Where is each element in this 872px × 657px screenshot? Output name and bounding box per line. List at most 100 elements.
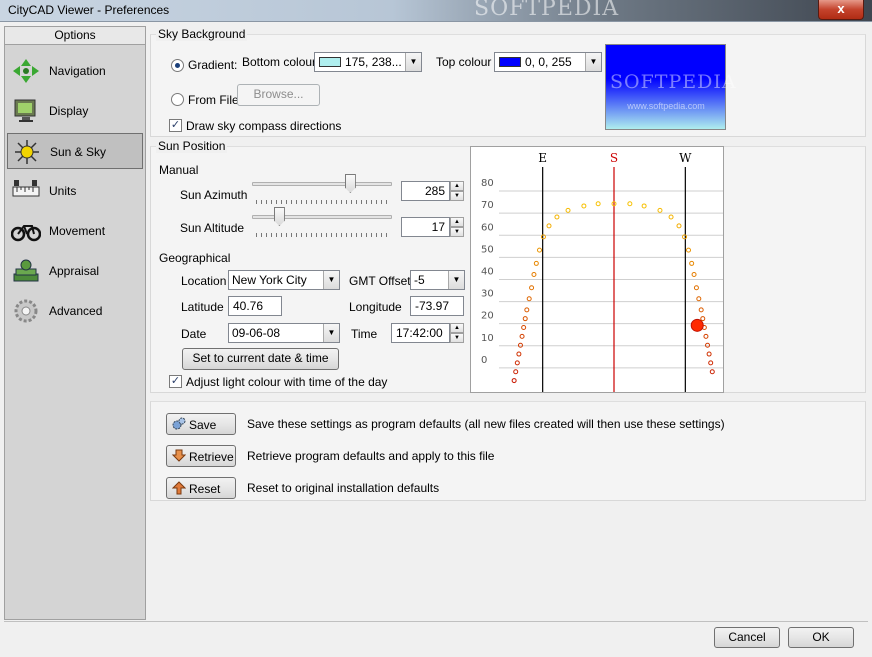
latitude-label: Latitude bbox=[181, 300, 224, 314]
azimuth-spin-up[interactable]: ▲ bbox=[450, 181, 464, 191]
chart-path-point bbox=[689, 260, 695, 266]
sky-background-legend: Sky Background bbox=[156, 27, 248, 41]
chart-path-point bbox=[524, 307, 530, 313]
time-spin-down[interactable]: ▼ bbox=[450, 333, 464, 343]
location-value: New York City bbox=[232, 273, 307, 287]
chart-tick-label: 40 bbox=[481, 266, 494, 277]
chart-direction-label-w: W bbox=[679, 151, 692, 165]
slider-thumb[interactable] bbox=[344, 174, 356, 193]
retrieve-description: Retrieve program defaults and apply to t… bbox=[247, 449, 495, 463]
sidebar-item-sun-sky[interactable]: Sun & Sky bbox=[7, 133, 143, 169]
azimuth-input[interactable]: 285 bbox=[401, 181, 450, 201]
gmt-offset-select[interactable]: -5 ▼ bbox=[410, 270, 465, 290]
sidebar-item-display[interactable]: Display bbox=[7, 93, 143, 129]
azimuth-spin-down[interactable]: ▼ bbox=[450, 191, 464, 201]
chevron-down-icon[interactable]: ▼ bbox=[323, 271, 339, 289]
chart-path-point bbox=[696, 296, 702, 302]
options-sidebar: Options Navigation Display Sun & Sky Uni… bbox=[4, 26, 146, 620]
top-colour-label: Top colour bbox=[436, 55, 492, 69]
cancel-button[interactable]: Cancel bbox=[714, 627, 780, 648]
retrieve-button[interactable]: Retrieve bbox=[166, 445, 236, 467]
latitude-input[interactable]: 40.76 bbox=[228, 296, 282, 316]
sidebar-header: Options bbox=[5, 27, 145, 45]
bottom-colour-label: Bottom colour bbox=[242, 55, 317, 69]
top-colour-select[interactable]: 0, 0, 255 ▼ bbox=[494, 52, 602, 72]
chart-path-point bbox=[706, 351, 712, 357]
sidebar-item-movement[interactable]: Movement bbox=[7, 213, 143, 249]
longitude-label: Longitude bbox=[349, 300, 402, 314]
chart-path-point bbox=[511, 378, 517, 384]
ok-button[interactable]: OK bbox=[788, 627, 854, 648]
sidebar-item-appraisal[interactable]: Appraisal bbox=[7, 253, 143, 289]
preview-watermark: SOFTPEDIA bbox=[610, 71, 737, 93]
chart-path-point bbox=[546, 223, 552, 229]
chevron-down-icon[interactable]: ▼ bbox=[323, 324, 339, 342]
footer-divider bbox=[4, 621, 868, 622]
azimuth-label: Sun Azimuth bbox=[180, 188, 248, 202]
altitude-spin-down[interactable]: ▼ bbox=[450, 227, 464, 237]
chevron-down-icon[interactable]: ▼ bbox=[448, 271, 464, 289]
chart-path-point bbox=[691, 271, 697, 277]
chart-path-point bbox=[565, 207, 571, 213]
altitude-input[interactable]: 17 bbox=[401, 217, 450, 237]
location-label: Location bbox=[181, 274, 227, 288]
top-colour-swatch bbox=[499, 57, 521, 67]
time-spin-up[interactable]: ▲ bbox=[450, 323, 464, 333]
from-file-radio[interactable] bbox=[171, 93, 184, 106]
chart-path-point bbox=[513, 369, 519, 375]
sidebar-item-navigation[interactable]: Navigation bbox=[7, 53, 143, 89]
compass-checkbox[interactable]: ✓ bbox=[169, 119, 182, 132]
reset-description: Reset to original installation defaults bbox=[247, 481, 440, 495]
chart-path-point bbox=[698, 307, 704, 313]
adjust-light-checkbox[interactable]: ✓ bbox=[169, 375, 182, 388]
chevron-down-icon[interactable]: ▼ bbox=[405, 53, 421, 71]
chart-path-point bbox=[536, 247, 542, 253]
chevron-down-icon[interactable]: ▼ bbox=[585, 53, 601, 71]
chart-tick-label: 0 bbox=[481, 355, 487, 366]
chart-current-sun-marker bbox=[690, 318, 704, 332]
chart-path-point bbox=[627, 201, 633, 207]
ruler-icon bbox=[12, 180, 40, 197]
reset-icon bbox=[172, 481, 186, 495]
chart-direction-label-s: S bbox=[610, 151, 618, 165]
sun-icon bbox=[15, 140, 39, 164]
geographical-label: Geographical bbox=[159, 251, 231, 265]
azimuth-slider[interactable] bbox=[252, 174, 392, 206]
chart-path-point bbox=[514, 360, 520, 366]
reset-label: Reset bbox=[189, 482, 221, 496]
chart-path-point bbox=[693, 285, 699, 291]
chart-direction-label-e: E bbox=[538, 151, 547, 165]
date-label: Date bbox=[181, 327, 207, 341]
adjust-light-label: Adjust light colour with time of the day bbox=[186, 375, 388, 389]
save-button[interactable]: Save bbox=[166, 413, 236, 435]
location-select[interactable]: New York City ▼ bbox=[228, 270, 340, 290]
chart-path-point bbox=[522, 316, 528, 322]
sidebar-item-label: Movement bbox=[49, 224, 106, 238]
bottom-colour-select[interactable]: 175, 238... ▼ bbox=[314, 52, 422, 72]
window-close-button[interactable]: x bbox=[818, 0, 864, 20]
time-input[interactable]: 17:42:00 bbox=[391, 323, 450, 343]
chart-tick-label: 30 bbox=[481, 289, 494, 300]
from-file-label: From File bbox=[188, 93, 239, 107]
reset-button[interactable]: Reset bbox=[166, 477, 236, 499]
sidebar-item-units[interactable]: Units bbox=[7, 173, 143, 209]
chart-tick-label: 70 bbox=[481, 200, 494, 211]
set-current-datetime-button[interactable]: Set to current date & time bbox=[182, 348, 339, 370]
title-bar[interactable]: CityCAD Viewer - Preferences SOFTPEDIA x bbox=[0, 0, 872, 22]
longitude-input[interactable]: -73.97 bbox=[410, 296, 464, 316]
sidebar-item-label: Units bbox=[49, 184, 77, 198]
chart-path-point bbox=[709, 369, 715, 375]
chart-path-point bbox=[554, 214, 560, 220]
altitude-slider[interactable] bbox=[252, 207, 392, 239]
chart-path-point bbox=[519, 333, 525, 339]
preview-url: www.softpedia.com bbox=[627, 101, 705, 111]
title-watermark: SOFTPEDIA bbox=[474, 0, 620, 21]
gradient-radio[interactable] bbox=[171, 59, 184, 72]
altitude-spin-up[interactable]: ▲ bbox=[450, 217, 464, 227]
browse-button[interactable]: Browse... bbox=[237, 84, 320, 106]
slider-thumb[interactable] bbox=[273, 207, 285, 226]
date-picker[interactable]: 09-06-08 ▼ bbox=[228, 323, 340, 343]
sun-path-chart: 80 70 60 50 40 30 20 10 0 E S W bbox=[470, 146, 724, 393]
sidebar-item-advanced[interactable]: Advanced bbox=[7, 293, 143, 329]
chart-path-point bbox=[517, 342, 523, 348]
